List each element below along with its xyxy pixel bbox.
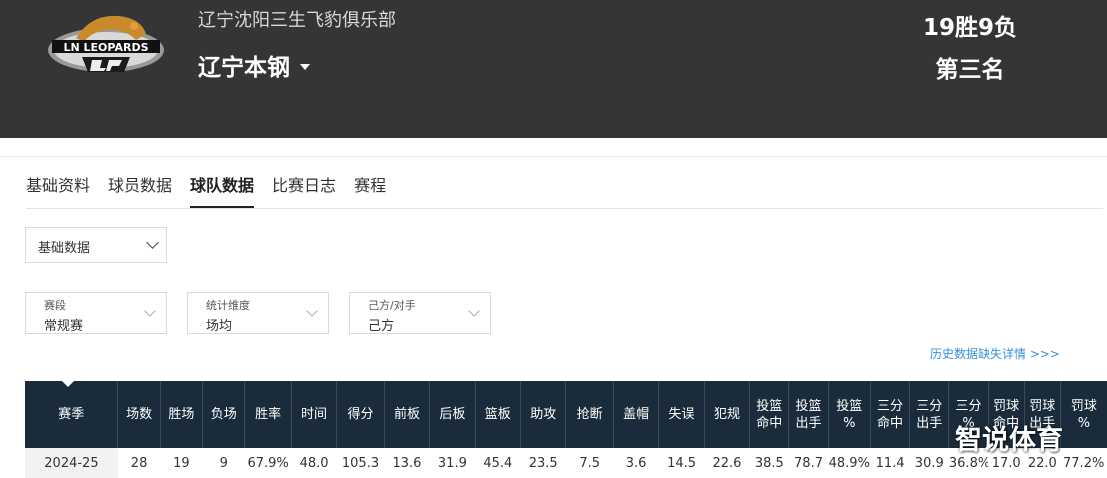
tab-game-log[interactable]: 比赛日志 xyxy=(272,172,336,208)
table-cell: 19 xyxy=(173,455,190,471)
table-cell: 31.9 xyxy=(437,455,467,471)
club-name: 辽宁沈阳三生飞豹俱乐部 xyxy=(198,10,396,31)
filter-value: 场均 xyxy=(206,319,233,334)
team-name: 辽宁本钢 xyxy=(198,55,290,81)
column-header[interactable]: 篮板 xyxy=(474,381,521,448)
tabs-divider xyxy=(26,208,1103,209)
filter-label: 己方/对手 xyxy=(368,299,416,312)
table-cell: 2024-25 xyxy=(25,448,118,478)
column-header[interactable]: 胜率 xyxy=(244,381,292,448)
tab-player-stats[interactable]: 球员数据 xyxy=(108,172,172,208)
history-data-link[interactable]: 历史数据缺失详情 >>> xyxy=(930,345,1060,362)
column-header[interactable]: 盖帽 xyxy=(612,381,659,448)
table-cell: 105.3 xyxy=(341,455,380,471)
filter-value: 己方 xyxy=(368,319,395,334)
chevron-down-icon xyxy=(146,236,159,249)
table-cell: 3.6 xyxy=(625,455,647,471)
divider xyxy=(0,156,1107,157)
table-cell: 28 xyxy=(130,455,148,471)
team-record: 19胜9负 xyxy=(922,15,1017,41)
chevron-down-icon xyxy=(144,305,156,317)
filter-label: 统计维度 xyxy=(206,299,250,312)
table-cell: 13.6 xyxy=(392,455,422,471)
column-header[interactable]: 助攻 xyxy=(520,381,566,448)
watermark: 智说体育 xyxy=(955,425,1063,456)
table-cell: 14.5 xyxy=(667,455,697,471)
side-filter[interactable]: 己方/对手 己方 xyxy=(349,292,491,334)
table-cell: 48.9% xyxy=(828,455,870,471)
column-header[interactable]: 后板 xyxy=(429,381,476,448)
tab-basic-info[interactable]: 基础资料 xyxy=(26,172,90,208)
logo-lettering: LN LEOPARDS xyxy=(63,41,148,54)
table-cell: 38.5 xyxy=(754,455,784,471)
table-cell: 78.7 xyxy=(794,455,823,471)
column-header[interactable]: 犯规 xyxy=(703,381,750,448)
column-header[interactable]: 胜场 xyxy=(159,381,203,448)
team-selector[interactable]: 辽宁本钢 xyxy=(198,48,310,82)
column-header[interactable]: 失误 xyxy=(658,381,705,448)
table-cell: 11.4 xyxy=(875,455,905,471)
chevron-down-icon xyxy=(306,305,318,317)
stat-dimension-filter[interactable]: 统计维度 场均 xyxy=(187,292,329,334)
data-type-select[interactable]: 基础数据 xyxy=(25,227,167,263)
season-type-filter[interactable]: 赛段 常规赛 xyxy=(25,292,167,334)
filter-label: 赛段 xyxy=(44,299,66,312)
table-cell: 48.0 xyxy=(299,455,329,471)
column-header[interactable]: 赛季 xyxy=(25,380,118,448)
team-stats-table: 赛季 场数 胜场 负场 胜率 时间 得分 前板 后板 篮板 助攻 抢断 盖帽 失误 犯规 投篮 命中 投篮 出手… xyxy=(25,380,1107,478)
team-rank: 第三名 xyxy=(935,57,1005,83)
data-type-value: 基础数据 xyxy=(38,241,91,256)
table-header-row: 赛季 场数 胜场 负场 胜率 时间 得分 前板 后板 篮板 助攻 抢断 盖帽 失误 犯规 投篮 命中 投篮 出手… xyxy=(25,380,1107,448)
column-header[interactable]: 抢断 xyxy=(565,381,614,448)
sort-pointer-icon xyxy=(61,380,75,387)
table-cell: 77.2% xyxy=(1063,455,1105,471)
table-cell: 45.4 xyxy=(483,455,513,471)
caret-down-icon xyxy=(300,64,310,70)
table-cell: 67.9% xyxy=(247,455,289,471)
column-header[interactable]: 罚球 % xyxy=(1059,381,1107,448)
team-logo: LN LEOPARDS xyxy=(48,15,164,72)
column-header[interactable]: 前板 xyxy=(383,381,430,448)
table-cell: 9 xyxy=(219,455,228,471)
column-header[interactable]: 投篮 % xyxy=(827,381,871,448)
column-header[interactable]: 三分 出手 xyxy=(909,381,949,448)
tab-schedule[interactable]: 赛程 xyxy=(354,172,386,208)
table-cell: 22.6 xyxy=(712,455,742,471)
team-header: LN LEOPARDS 辽宁沈阳三生飞豹俱乐部 辽宁本钢 19胜9负 第三名 xyxy=(0,0,1107,138)
column-header[interactable]: 场数 xyxy=(117,381,161,448)
table-cell: 30.9 xyxy=(914,455,944,471)
column-header[interactable]: 三分 命中 xyxy=(869,381,910,448)
table-cell: 23.5 xyxy=(528,455,558,471)
filter-value: 常规赛 xyxy=(44,319,84,334)
table-cell: 7.5 xyxy=(579,455,601,471)
tab-team-stats[interactable]: 球队数据 xyxy=(190,172,255,208)
column-header[interactable]: 得分 xyxy=(336,381,385,448)
column-header[interactable]: 投篮 命中 xyxy=(749,381,789,448)
column-header[interactable]: 投篮 出手 xyxy=(788,381,829,448)
chevron-down-icon xyxy=(468,305,480,317)
table-row: 2024-25 28 19 9 67.9% 48.0 105.3 13.6 31.9 45.4 23… xyxy=(25,448,1107,478)
nav-tabs: 基础资料 球员数据 球队数据 比赛日志 赛程 xyxy=(26,172,386,208)
column-header[interactable]: 负场 xyxy=(202,381,245,448)
column-header[interactable]: 时间 xyxy=(290,381,337,448)
